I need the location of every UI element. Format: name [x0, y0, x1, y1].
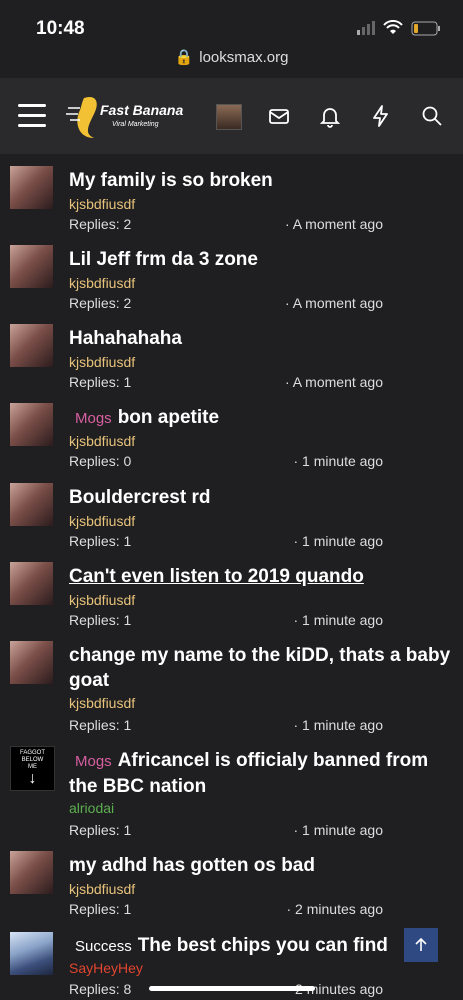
banana-logo-icon: Fast Banana Viral Marketing: [66, 96, 183, 138]
thread-title[interactable]: The best chips you can find: [138, 935, 388, 956]
thread-replies: Replies: 1: [69, 717, 132, 733]
thread-item[interactable]: Mogs bon apetite kjsbdfiusdf Replies: 0 ·…: [0, 399, 463, 479]
logo-main-text: Fast Banana: [100, 102, 183, 118]
thread-item[interactable]: my adhd has gotten os bad kjsbdfiusdf Re…: [0, 847, 463, 926]
arrow-down-icon: ↓: [28, 770, 37, 787]
thread-item[interactable]: Lil Jeff frm da 3 zone kjsbdfiusdf Repli…: [0, 241, 463, 320]
arrow-up-icon: [415, 937, 427, 951]
thread-title[interactable]: My family is so broken: [69, 168, 459, 193]
thread-item[interactable]: Can't even listen to 2019 quando kjsbdfi…: [0, 558, 463, 637]
thread-title[interactable]: Bouldercrest rd: [69, 485, 459, 510]
site-logo[interactable]: Fast Banana Viral Marketing: [66, 92, 191, 142]
status-icons: [357, 20, 441, 36]
thread-item[interactable]: change my name to the kiDD, thats a baby…: [0, 637, 463, 742]
thread-replies: Replies: 2: [69, 216, 132, 232]
thread-prefix-success[interactable]: Success: [75, 938, 132, 955]
thread-author[interactable]: alriodai: [69, 800, 114, 816]
thread-title-row: Success The best chips you can find: [69, 933, 459, 959]
thread-author[interactable]: kjsbdfiusdf: [69, 354, 135, 370]
wifi-icon: [383, 20, 403, 34]
thread-title-row: Mogs Africancel is officialy banned from …: [69, 748, 459, 799]
thread-avatar[interactable]: [10, 562, 53, 605]
thread-time[interactable]: · 1 minute ago: [294, 612, 384, 628]
thread-time[interactable]: · A moment ago: [285, 216, 383, 232]
thread-prefix-mogs[interactable]: Mogs: [75, 410, 112, 427]
thread-title[interactable]: Can't even listen to 2019 quando: [69, 564, 459, 589]
thread-avatar[interactable]: [10, 245, 53, 288]
thread-time[interactable]: · 1 minute ago: [294, 822, 384, 838]
thread-replies: Replies: 1: [69, 822, 132, 838]
signal-icon: [357, 21, 375, 35]
thread-title[interactable]: change my name to the kiDD, thats a baby…: [69, 643, 459, 693]
thread-title[interactable]: Hahahahaha: [69, 326, 459, 351]
address-bar[interactable]: 🔒 looksmax.org: [0, 48, 463, 78]
home-indicator[interactable]: [149, 986, 315, 991]
thread-replies: Replies: 2: [69, 295, 132, 311]
thread-title[interactable]: Africancel is officialy banned from the …: [69, 750, 428, 797]
thread-avatar[interactable]: [10, 166, 53, 209]
thread-replies: Replies: 1: [69, 901, 132, 917]
thread-author[interactable]: kjsbdfiusdf: [69, 433, 135, 449]
thread-item[interactable]: Hahahahaha kjsbdfiusdf Replies: 1 · A mo…: [0, 320, 463, 399]
bell-icon[interactable]: [318, 104, 342, 128]
thread-title[interactable]: Lil Jeff frm da 3 zone: [69, 247, 459, 272]
thread-title-row: Mogs bon apetite: [69, 405, 459, 431]
url-text: looksmax.org: [199, 49, 289, 66]
thread-time[interactable]: · 1 minute ago: [294, 453, 384, 469]
thread-avatar[interactable]: [10, 641, 53, 684]
thread-avatar[interactable]: [10, 851, 53, 894]
thread-author[interactable]: kjsbdfiusdf: [69, 881, 135, 897]
battery-icon: [411, 21, 440, 35]
thread-author[interactable]: SayHeyHey: [69, 960, 143, 976]
thread-avatar[interactable]: [10, 324, 53, 367]
status-bar: 10:48: [0, 0, 463, 48]
mail-icon[interactable]: [267, 104, 291, 128]
thread-avatar[interactable]: FAGGOT BELOW ME ↓: [10, 746, 55, 791]
thread-avatar[interactable]: [10, 932, 53, 975]
bolt-icon[interactable]: [369, 104, 393, 128]
thread-time[interactable]: · 2 minutes ago: [287, 901, 384, 917]
thread-replies: Replies: 1: [69, 612, 132, 628]
thread-avatar[interactable]: [10, 403, 53, 446]
thread-time[interactable]: · A moment ago: [285, 295, 383, 311]
thread-item[interactable]: My family is so broken kjsbdfiusdf Repli…: [0, 162, 463, 241]
thread-author[interactable]: kjsbdfiusdf: [69, 196, 135, 212]
logo-sub-text: Viral Marketing: [112, 121, 159, 128]
thread-author[interactable]: kjsbdfiusdf: [69, 513, 135, 529]
thread-author[interactable]: kjsbdfiusdf: [69, 592, 135, 608]
thread-avatar[interactable]: [10, 483, 53, 526]
thread-item[interactable]: FAGGOT BELOW ME ↓ Mogs Africancel is offi…: [0, 742, 463, 847]
scroll-to-top-button[interactable]: [404, 928, 438, 962]
menu-icon[interactable]: [18, 104, 46, 128]
thread-replies: Replies: 0: [69, 453, 132, 469]
user-avatar[interactable]: [216, 104, 242, 130]
thread-replies: Replies: 1: [69, 374, 132, 390]
thread-author[interactable]: kjsbdfiusdf: [69, 695, 135, 711]
thread-title[interactable]: bon apetite: [118, 407, 219, 428]
thread-replies: Replies: 1: [69, 533, 132, 549]
lock-icon: 🔒: [174, 49, 194, 66]
avatar-sign-text: FAGGOT BELOW ME: [19, 750, 45, 770]
thread-author[interactable]: kjsbdfiusdf: [69, 275, 135, 291]
thread-time[interactable]: · 1 minute ago: [294, 717, 384, 733]
thread-title[interactable]: my adhd has gotten os bad: [69, 853, 459, 878]
thread-prefix-mogs[interactable]: Mogs: [75, 753, 112, 770]
thread-time[interactable]: · A moment ago: [285, 374, 383, 390]
thread-time[interactable]: · 1 minute ago: [294, 533, 384, 549]
search-icon[interactable]: [420, 104, 444, 128]
thread-item[interactable]: Bouldercrest rd kjsbdfiusdf Replies: 1 ·…: [0, 479, 463, 558]
status-time: 10:48: [36, 18, 85, 39]
thread-replies: Replies: 8: [69, 981, 132, 997]
